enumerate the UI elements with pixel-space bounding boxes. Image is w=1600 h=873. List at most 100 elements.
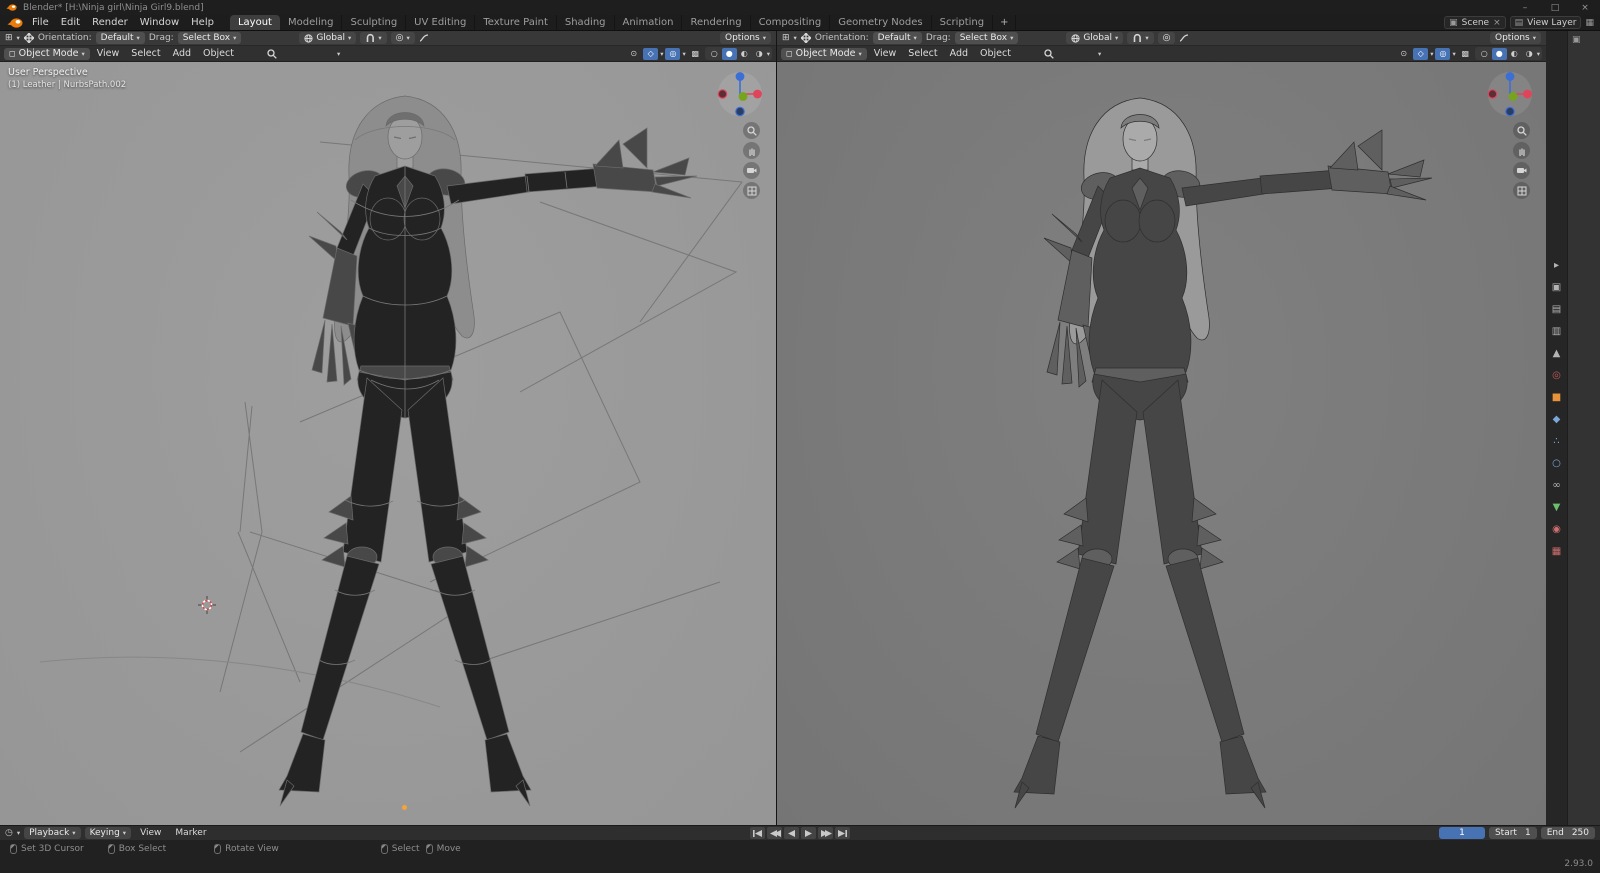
- viewport-canvas-right[interactable]: [777, 62, 1546, 825]
- menu-add[interactable]: Add: [168, 48, 196, 59]
- navigation-gizmo[interactable]: [1486, 70, 1534, 118]
- editor-type-icon[interactable]: ⊞: [5, 33, 13, 43]
- drag-dropdown[interactable]: Select Box ▾: [954, 32, 1019, 44]
- modifiers-tab-icon[interactable]: ◆: [1553, 413, 1561, 426]
- tab-animation[interactable]: Animation: [615, 15, 683, 30]
- menu-edit[interactable]: Edit: [55, 15, 86, 30]
- proportional-editing-toggle[interactable]: ◎ ▾: [390, 32, 415, 44]
- physics-tab-icon[interactable]: ○: [1552, 457, 1561, 470]
- pan-button[interactable]: [743, 142, 760, 159]
- snap-toggle[interactable]: ▾: [360, 32, 387, 44]
- tab-modeling[interactable]: Modeling: [280, 15, 343, 30]
- overlays-toggle[interactable]: ◎: [665, 47, 681, 60]
- pan-button[interactable]: [1513, 142, 1530, 159]
- start-frame-field[interactable]: Start 1: [1488, 827, 1537, 839]
- shading-material-button[interactable]: ◐: [737, 48, 752, 60]
- tool-tab-icon[interactable]: ▸: [1554, 259, 1559, 272]
- menu-add[interactable]: Add: [945, 48, 973, 59]
- menu-help[interactable]: Help: [185, 15, 220, 30]
- world-tab-icon[interactable]: ◎: [1552, 369, 1561, 382]
- mode-dropdown[interactable]: ◻ Object Mode ▾: [4, 47, 90, 60]
- options-dropdown[interactable]: Options ▾: [720, 32, 771, 44]
- visibility-dropdown[interactable]: ⊙: [1396, 48, 1411, 60]
- object-tab-icon[interactable]: ■: [1552, 391, 1561, 404]
- menu-select[interactable]: Select: [903, 48, 942, 59]
- menu-object[interactable]: Object: [975, 48, 1016, 59]
- snap-toggle[interactable]: ▾: [1127, 32, 1154, 44]
- jump-to-start-button[interactable]: [750, 827, 765, 839]
- menu-file[interactable]: File: [26, 15, 55, 30]
- material-tab-icon[interactable]: ◉: [1552, 523, 1561, 536]
- tab-texture-paint[interactable]: Texture Paint: [475, 15, 557, 30]
- tab-layout[interactable]: Layout: [229, 15, 280, 30]
- new-view-layer-icon[interactable]: ▦: [1585, 18, 1594, 28]
- timeline-view-menu[interactable]: View: [135, 828, 166, 838]
- options-dropdown[interactable]: Options ▾: [1490, 32, 1541, 44]
- camera-view-button[interactable]: [743, 162, 760, 179]
- menu-view[interactable]: View: [92, 48, 125, 59]
- search-icon[interactable]: [267, 48, 277, 59]
- shading-rendered-button[interactable]: ◑: [752, 48, 767, 60]
- texture-tab-icon[interactable]: ▦: [1552, 545, 1561, 558]
- unlink-scene-icon[interactable]: ×: [1493, 18, 1501, 28]
- object-data-tab-icon[interactable]: ▼: [1553, 501, 1561, 514]
- view-layer-tab-icon[interactable]: ▥: [1552, 325, 1561, 338]
- keying-menu[interactable]: Keying ▾: [84, 827, 132, 839]
- drag-dropdown[interactable]: Select Box ▾: [177, 32, 242, 44]
- editor-type-icon[interactable]: ⊞: [782, 33, 790, 43]
- shading-material-button[interactable]: ◐: [1507, 48, 1522, 60]
- maximize-button[interactable]: □: [1540, 0, 1570, 15]
- xray-toggle[interactable]: ▩: [1458, 48, 1473, 60]
- blender-logo[interactable]: [6, 17, 24, 29]
- tab-rendering[interactable]: Rendering: [682, 15, 751, 30]
- menu-view[interactable]: View: [869, 48, 902, 59]
- play-button[interactable]: [801, 827, 816, 839]
- scene-tab-icon[interactable]: ▲: [1553, 347, 1561, 360]
- output-tab-icon[interactable]: ▤: [1552, 303, 1561, 316]
- editor-type-icon[interactable]: ▣: [1572, 35, 1581, 45]
- tab-geometry-nodes[interactable]: Geometry Nodes: [830, 15, 932, 30]
- orientation-dropdown[interactable]: Default ▾: [872, 32, 922, 44]
- visibility-dropdown[interactable]: ⊙: [626, 48, 641, 60]
- timeline-editor-icon[interactable]: ◷: [5, 828, 13, 838]
- falloff-curve-icon[interactable]: [1179, 33, 1190, 43]
- play-reverse-button[interactable]: [784, 827, 799, 839]
- tab-sculpting[interactable]: Sculpting: [342, 15, 407, 30]
- camera-view-button[interactable]: [1513, 162, 1530, 179]
- zoom-button[interactable]: [743, 122, 760, 139]
- close-button[interactable]: ×: [1570, 0, 1600, 15]
- zoom-button[interactable]: [1513, 122, 1530, 139]
- particles-tab-icon[interactable]: ∴: [1553, 435, 1559, 448]
- shading-wireframe-button[interactable]: ○: [1477, 48, 1492, 60]
- menu-select[interactable]: Select: [126, 48, 165, 59]
- proportional-editing-toggle[interactable]: ◎: [1157, 32, 1176, 44]
- current-frame-field[interactable]: 1: [1438, 827, 1485, 839]
- tab-compositing[interactable]: Compositing: [751, 15, 831, 30]
- menu-window[interactable]: Window: [134, 15, 185, 30]
- overlays-toggle[interactable]: ◎: [1435, 47, 1451, 60]
- orthographic-toggle-button[interactable]: [743, 182, 760, 199]
- gizmos-toggle[interactable]: ◇: [1413, 47, 1429, 60]
- viewport-canvas-left[interactable]: User Perspective (1) Leather | NurbsPath…: [0, 62, 776, 825]
- constraints-tab-icon[interactable]: ∞: [1552, 479, 1560, 492]
- orthographic-toggle-button[interactable]: [1513, 182, 1530, 199]
- tab-scripting[interactable]: Scripting: [932, 15, 994, 30]
- next-keyframe-button[interactable]: [818, 827, 833, 839]
- menu-render[interactable]: Render: [86, 15, 134, 30]
- xray-toggle[interactable]: ▩: [688, 48, 703, 60]
- render-tab-icon[interactable]: ▣: [1552, 281, 1561, 294]
- orientation-dropdown[interactable]: Default ▾: [95, 32, 145, 44]
- view-layer-selector[interactable]: ▤ View Layer: [1509, 16, 1582, 29]
- shading-solid-button[interactable]: ●: [1491, 47, 1507, 60]
- transform-orientation-dropdown[interactable]: Global ▾: [1066, 32, 1124, 44]
- previous-keyframe-button[interactable]: [767, 827, 782, 839]
- shading-solid-button[interactable]: ●: [721, 47, 737, 60]
- jump-to-end-button[interactable]: [835, 827, 850, 839]
- mode-dropdown[interactable]: ◻ Object Mode ▾: [781, 47, 867, 60]
- playback-menu[interactable]: Playback ▾: [24, 827, 81, 839]
- search-icon[interactable]: [1044, 48, 1054, 59]
- timeline-marker-menu[interactable]: Marker: [170, 828, 211, 838]
- shading-wireframe-button[interactable]: ○: [707, 48, 722, 60]
- scene-selector[interactable]: ▣ Scene ×: [1444, 16, 1506, 29]
- navigation-gizmo[interactable]: [716, 70, 764, 118]
